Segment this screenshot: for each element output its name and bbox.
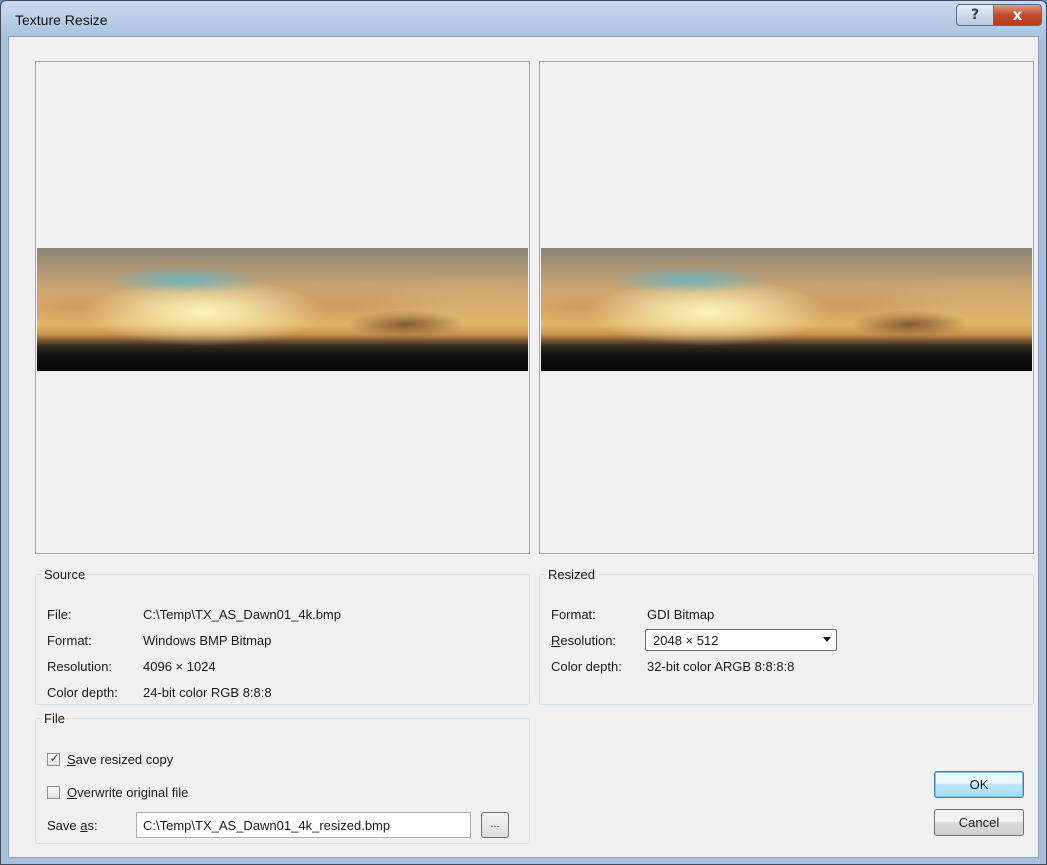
save-as-path-field-wrapper	[136, 812, 471, 838]
overwrite-accel-key: O	[67, 785, 78, 800]
resized-preview-panel	[539, 61, 1034, 554]
resized-format-value: GDI Bitmap	[647, 607, 715, 622]
resized-resolution-label: Resolution:	[551, 633, 616, 648]
overwrite-original-checkbox[interactable]	[47, 786, 60, 799]
source-preview-panel	[35, 61, 530, 554]
source-color-depth-value: 24-bit color RGB 8:8:8	[143, 685, 272, 700]
source-texture-image	[37, 248, 528, 371]
help-button[interactable]: ?	[956, 4, 994, 26]
resized-texture-image	[541, 248, 1032, 371]
file-group-label: File	[44, 711, 65, 726]
resolution-dropdown[interactable]: 2048 × 512	[645, 629, 837, 651]
checkmark-icon: ✓	[49, 751, 60, 765]
browse-button[interactable]: ...	[481, 812, 509, 838]
chevron-down-icon	[823, 637, 831, 642]
source-group-label: Source	[44, 567, 86, 582]
resized-group-label: Resized	[548, 567, 595, 582]
save-copy-label-rest: ave resized copy	[75, 752, 174, 767]
save-copy-accel-key: S	[67, 752, 76, 767]
save-resized-copy-label[interactable]: Save resized copy	[67, 752, 173, 767]
source-file-label: File:	[47, 607, 72, 622]
source-format-label: Format:	[47, 633, 92, 648]
window-title: Texture Resize	[15, 12, 108, 28]
resized-color-depth-value: 32-bit color ARGB 8:8:8:8	[647, 659, 795, 674]
resolution-accel-key: R	[551, 633, 561, 648]
source-resolution-value: 4096 × 1024	[143, 659, 216, 674]
cancel-button[interactable]: Cancel	[934, 809, 1024, 836]
resized-color-depth-label: Color depth:	[551, 659, 622, 674]
source-file-value: C:\Temp\TX_AS_Dawn01_4k.bmp	[143, 607, 341, 622]
close-button[interactable]: x	[993, 4, 1042, 26]
source-color-depth-label: Color depth:	[47, 685, 118, 700]
texture-resize-window: Texture Resize ? x Source File: C:\Temp\…	[0, 0, 1047, 865]
resized-group: Resized Format: GDI Bitmap Resolution: 2…	[539, 567, 1034, 705]
dialog-client-area: Source File: C:\Temp\TX_AS_Dawn01_4k.bmp…	[8, 36, 1039, 858]
ok-button[interactable]: OK	[934, 771, 1024, 798]
save-as-label-start: Save	[47, 818, 81, 833]
save-as-path-field[interactable]	[137, 813, 470, 837]
save-resized-copy-checkbox[interactable]: ✓	[47, 751, 60, 766]
save-as-label-end: s:	[87, 818, 98, 833]
save-as-label: Save as:	[47, 818, 98, 833]
title-bar[interactable]: Texture Resize ? x	[1, 1, 1046, 37]
source-group: Source File: C:\Temp\TX_AS_Dawn01_4k.bmp…	[35, 567, 530, 705]
overwrite-label-rest: verwrite original file	[77, 785, 189, 800]
source-resolution-label: Resolution:	[47, 659, 113, 674]
source-format-value: Windows BMP Bitmap	[143, 633, 272, 648]
resized-format-label: Format:	[551, 607, 596, 622]
resolution-label-rest: esolution:	[560, 633, 617, 648]
resolution-selected-value: 2048 × 512	[653, 633, 719, 648]
file-group: File ✓ Save resized copy Overwrite origi…	[35, 711, 530, 844]
overwrite-original-label[interactable]: Overwrite original file	[67, 785, 188, 800]
